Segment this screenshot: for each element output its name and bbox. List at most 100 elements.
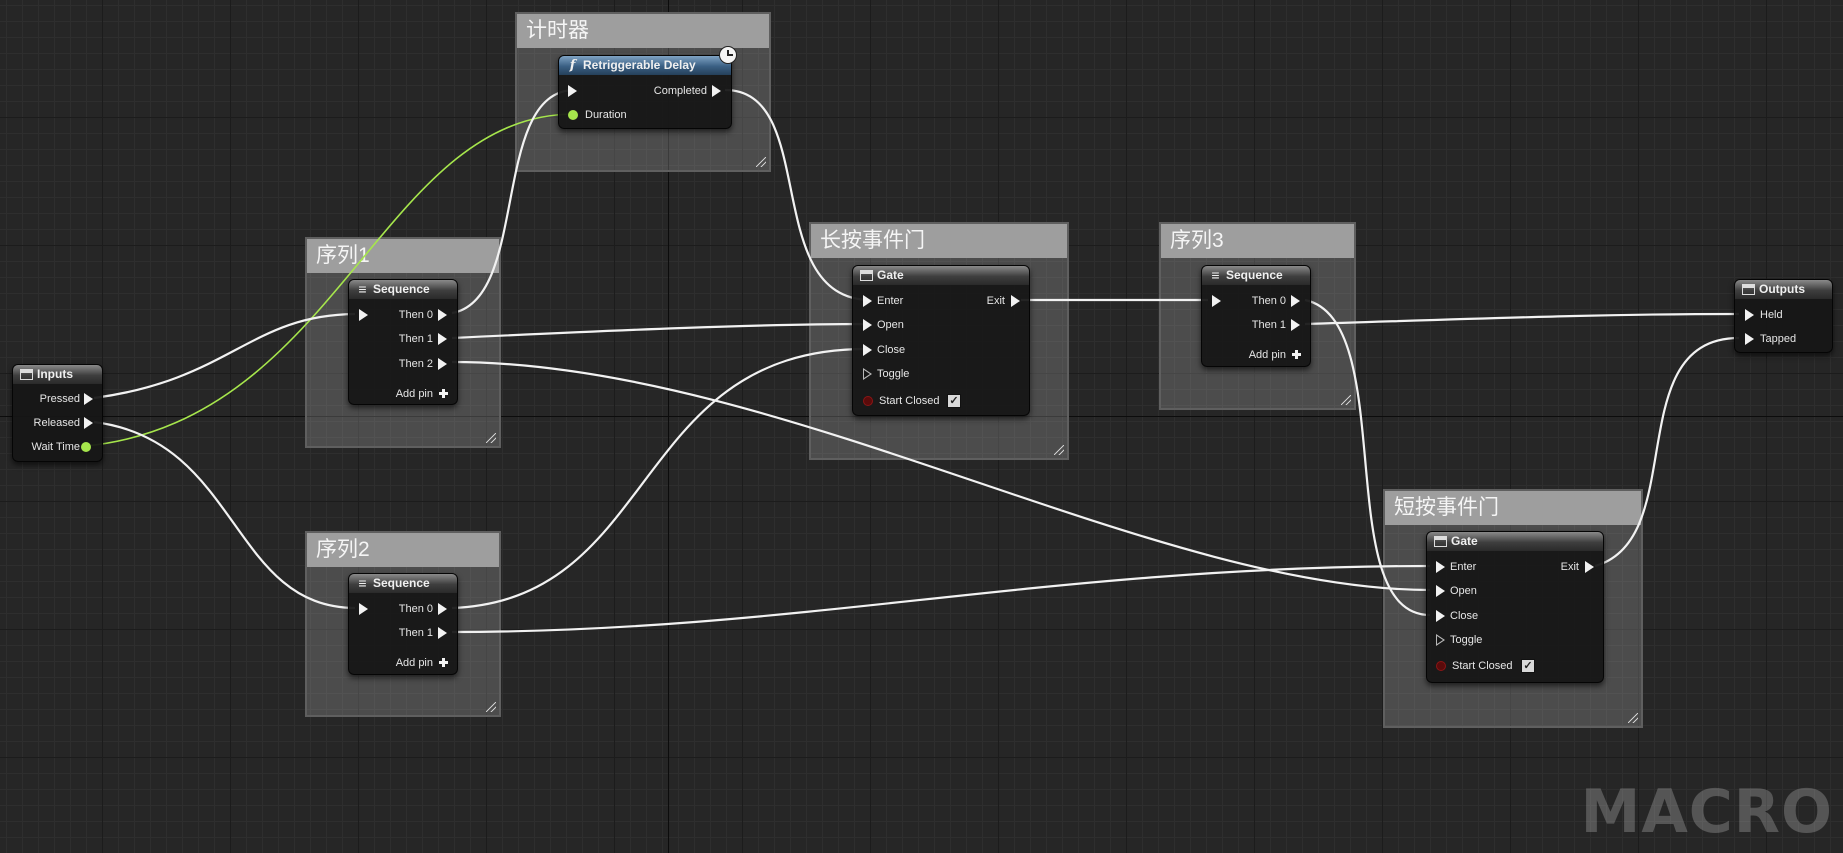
sequence-node-3[interactable]: Sequence Then 0 Then 1 Add pin (1201, 265, 1311, 367)
short-gate-title: Gate (1451, 534, 1478, 548)
pin-long-gate-toggle[interactable] (863, 368, 872, 380)
pin-short-gate-enter[interactable] (1436, 561, 1445, 573)
short-gate-header[interactable]: Gate (1427, 532, 1603, 551)
pin-short-gate-toggle[interactable] (1436, 634, 1445, 646)
pin-label-seq3-then0: Then 0 (1251, 295, 1286, 307)
wire-seq3-then1-to-outputs-held (1304, 312, 1740, 326)
add-pin-label[interactable]: Add pin (396, 656, 433, 670)
add-pin-label[interactable]: Add pin (396, 387, 433, 401)
wire-layer (85, 88, 1740, 634)
pin-label-long-gate-start-closed: Start Closed (879, 395, 940, 407)
pin-label-short-gate-open: Open (1450, 585, 1477, 597)
pin-label-seq3-then1: Then 1 (1251, 319, 1286, 331)
pin-pressed-exec[interactable] (84, 393, 93, 405)
pin-label-seq2-then0: Then 0 (398, 603, 433, 615)
pin-label-short-gate-exit: Exit (1560, 561, 1579, 573)
pin-label-duration: Duration (585, 109, 627, 121)
pin-label-short-gate-start-closed: Start Closed (1452, 660, 1513, 672)
sequence-icon (356, 284, 369, 295)
tunnel-icon (20, 369, 33, 380)
tunnel-icon (1742, 284, 1755, 295)
gate-icon (860, 270, 873, 281)
inputs-node-title: Inputs (37, 367, 73, 381)
retriggerable-delay-node[interactable]: f Retriggerable Delay Completed Duration (558, 46, 737, 129)
pin-label-released: Released (33, 417, 80, 429)
start-closed-checkbox[interactable]: ✓ (1521, 659, 1535, 673)
sequence-1-header[interactable]: Sequence (349, 280, 457, 299)
pin-held-exec[interactable] (1745, 309, 1754, 321)
wire-released-to-seq2 (93, 420, 356, 610)
outputs-node-header[interactable]: Outputs (1735, 280, 1832, 299)
pin-tapped-exec[interactable] (1745, 333, 1754, 345)
sequence-3-header[interactable]: Sequence (1202, 266, 1310, 285)
gate-icon (1434, 536, 1447, 547)
inputs-node[interactable]: Inputs Pressed Released Wait Time (12, 364, 103, 462)
clock-icon (719, 46, 737, 64)
pin-released-exec[interactable] (84, 417, 93, 429)
pin-label-long-gate-exit: Exit (986, 295, 1005, 307)
sequence-node-1[interactable]: Sequence Then 0 Then 1 Then 2 Add pin (348, 279, 458, 405)
pin-seq2-exec-in[interactable] (359, 603, 368, 615)
start-closed-checkbox[interactable]: ✓ (947, 394, 961, 408)
pin-seq2-then0[interactable] (438, 603, 447, 615)
pin-seq1-then1[interactable] (438, 333, 447, 345)
pin-long-gate-close[interactable] (863, 344, 872, 356)
pin-seq1-exec-in[interactable] (359, 309, 368, 321)
pin-label-long-gate-open: Open (877, 319, 904, 331)
pin-short-gate-start-closed[interactable] (1436, 661, 1446, 671)
delay-node-header[interactable]: f Retriggerable Delay (559, 56, 731, 75)
outputs-node[interactable]: Outputs Held Tapped (1734, 279, 1833, 353)
pin-label-short-gate-close: Close (1450, 610, 1479, 622)
pin-seq3-exec-in[interactable] (1212, 295, 1221, 307)
sequence-2-header[interactable]: Sequence (349, 574, 457, 593)
pin-label-long-gate-close: Close (877, 344, 906, 356)
pin-long-gate-start-closed[interactable] (863, 396, 873, 406)
pin-label-held: Held (1760, 309, 1783, 321)
gate-node-long-press[interactable]: Gate Enter Exit Open Close Toggle Start … (852, 265, 1030, 416)
pin-seq3-then0[interactable] (1291, 295, 1300, 307)
add-pin-plus-icon[interactable] (439, 658, 448, 667)
wire-seq1-then1-to-long-gate-open (451, 322, 867, 340)
add-pin-plus-icon[interactable] (1292, 350, 1301, 359)
pin-label-seq2-then1: Then 1 (398, 627, 433, 639)
sequence-node-2[interactable]: Sequence Then 0 Then 1 Add pin (348, 573, 458, 675)
add-pin-plus-icon[interactable] (439, 389, 448, 398)
wire-short-gate-exit-to-outputs-tapped (1594, 336, 1740, 568)
pin-long-gate-enter[interactable] (863, 295, 872, 307)
pin-short-gate-close[interactable] (1436, 610, 1445, 622)
long-gate-title: Gate (877, 268, 904, 282)
pin-label-seq1-then1: Then 1 (398, 333, 433, 345)
pin-short-gate-open[interactable] (1436, 585, 1445, 597)
pin-label-long-gate-toggle: Toggle (877, 368, 910, 380)
function-icon: f (569, 58, 576, 73)
pin-short-gate-exit[interactable] (1585, 561, 1594, 573)
pin-label-short-gate-toggle: Toggle (1450, 634, 1483, 646)
pin-seq1-then2[interactable] (438, 358, 447, 370)
add-pin-label[interactable]: Add pin (1249, 348, 1286, 362)
pin-wait-time-float[interactable] (81, 442, 91, 452)
pin-label-seq1-then2: Then 2 (398, 358, 433, 370)
sequence-icon (356, 578, 369, 589)
wire-delay-completed-to-long-gate-enter (724, 88, 872, 302)
pin-delay-exec-in[interactable] (568, 85, 577, 97)
wire-seq2-then1-to-short-gate-enter (451, 564, 1431, 634)
pin-label-wait-time: Wait Time (31, 441, 81, 453)
sequence-1-title: Sequence (373, 282, 430, 296)
pin-label-seq1-then0: Then 0 (398, 309, 433, 321)
pin-long-gate-exit[interactable] (1011, 295, 1020, 307)
outputs-node-title: Outputs (1759, 282, 1805, 296)
pin-label-completed: Completed (653, 85, 707, 97)
pin-seq1-then0[interactable] (438, 309, 447, 321)
gate-node-short-press[interactable]: Gate Enter Exit Open Close Toggle Start … (1426, 531, 1604, 683)
delay-node-title: Retriggerable Delay (583, 58, 696, 72)
pin-seq3-then1[interactable] (1291, 319, 1300, 331)
pin-completed-exec[interactable] (712, 85, 721, 97)
wire-seq1-then0-to-delay (451, 88, 576, 315)
inputs-node-header[interactable]: Inputs (13, 365, 102, 384)
pin-seq2-then1[interactable] (438, 627, 447, 639)
pin-duration-float[interactable] (568, 110, 578, 120)
long-gate-header[interactable]: Gate (853, 266, 1029, 285)
pin-long-gate-open[interactable] (863, 319, 872, 331)
graph-type-watermark: MACRO (1580, 777, 1833, 847)
sequence-2-title: Sequence (373, 576, 430, 590)
